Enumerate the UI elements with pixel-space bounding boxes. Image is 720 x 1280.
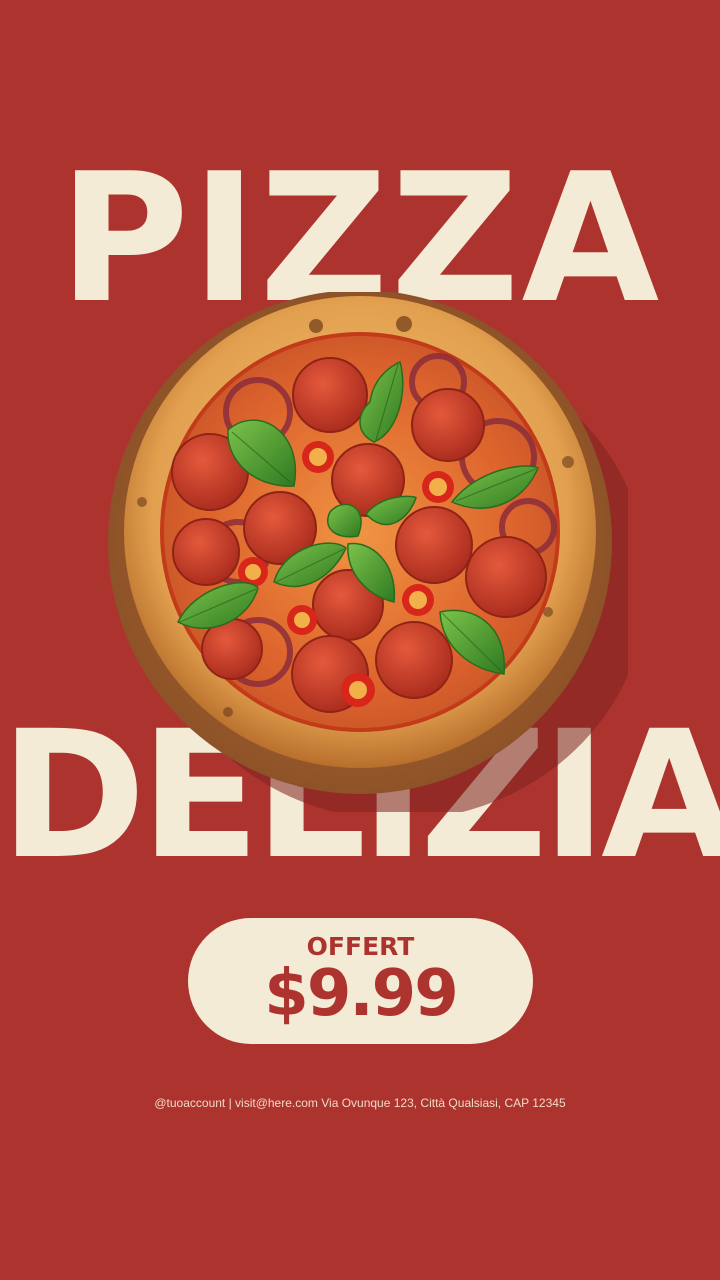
pizza-illustration (108, 292, 628, 812)
contact-info: @tuoaccount | visit@here.com Via Ovunque… (154, 1096, 566, 1110)
offer-price: $9.99 (264, 957, 458, 1031)
pizza-image (108, 292, 628, 812)
offer-price-pill: OFFERT $9.99 (188, 918, 533, 1044)
pizza-poster: PIZZA DELIZIA (0, 0, 720, 1280)
